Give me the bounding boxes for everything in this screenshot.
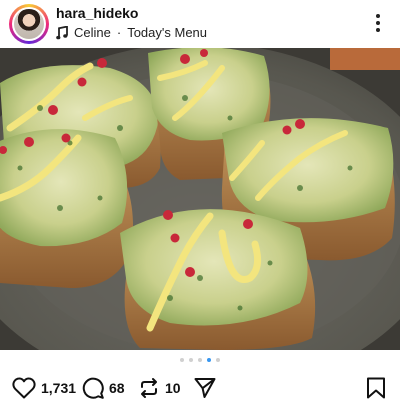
story-ring[interactable]	[9, 4, 49, 44]
send-paper-plane-icon	[194, 378, 216, 398]
more-dot	[376, 28, 380, 32]
music-artist: Celine	[74, 25, 111, 40]
like-button[interactable]: 1,731	[12, 377, 76, 399]
repost-button[interactable]: 10	[138, 377, 181, 399]
repost-count: 10	[165, 380, 181, 396]
toast-bottom-center	[120, 209, 316, 350]
music-title: Today's Menu	[127, 25, 208, 40]
carousel-dot	[189, 358, 193, 362]
post-header: hara_hideko Celine · Today's Menu	[0, 0, 400, 48]
carousel-indicator	[0, 358, 400, 366]
more-dot	[376, 21, 380, 25]
music-note-icon	[56, 25, 68, 39]
carousel-dot	[216, 358, 220, 362]
repost-arrows-icon	[141, 378, 157, 398]
music-info[interactable]: Celine · Today's Menu	[56, 25, 207, 40]
avatar[interactable]	[12, 7, 46, 41]
like-count: 1,731	[41, 380, 77, 396]
comment-bubble-icon	[82, 377, 104, 399]
toast-left-middle	[0, 129, 134, 288]
music-separator: ·	[116, 25, 122, 40]
heart-icon	[12, 377, 36, 399]
food-photo-illustration	[0, 48, 400, 350]
carousel-dot	[198, 358, 202, 362]
save-button[interactable]	[366, 377, 386, 399]
comment-button[interactable]: 68	[82, 377, 125, 399]
avatar-image	[14, 9, 44, 39]
username[interactable]: hara_hideko	[56, 5, 138, 21]
carousel-dot-active	[207, 358, 211, 362]
more-options-button[interactable]	[368, 12, 388, 36]
carousel-dot	[180, 358, 184, 362]
share-button[interactable]	[194, 377, 216, 399]
action-bar: 1,731 68 10	[0, 374, 400, 404]
more-vertical-icon	[376, 14, 380, 18]
bookmark-icon	[367, 377, 385, 399]
post-photo[interactable]	[0, 48, 400, 350]
comment-count: 68	[109, 380, 125, 396]
